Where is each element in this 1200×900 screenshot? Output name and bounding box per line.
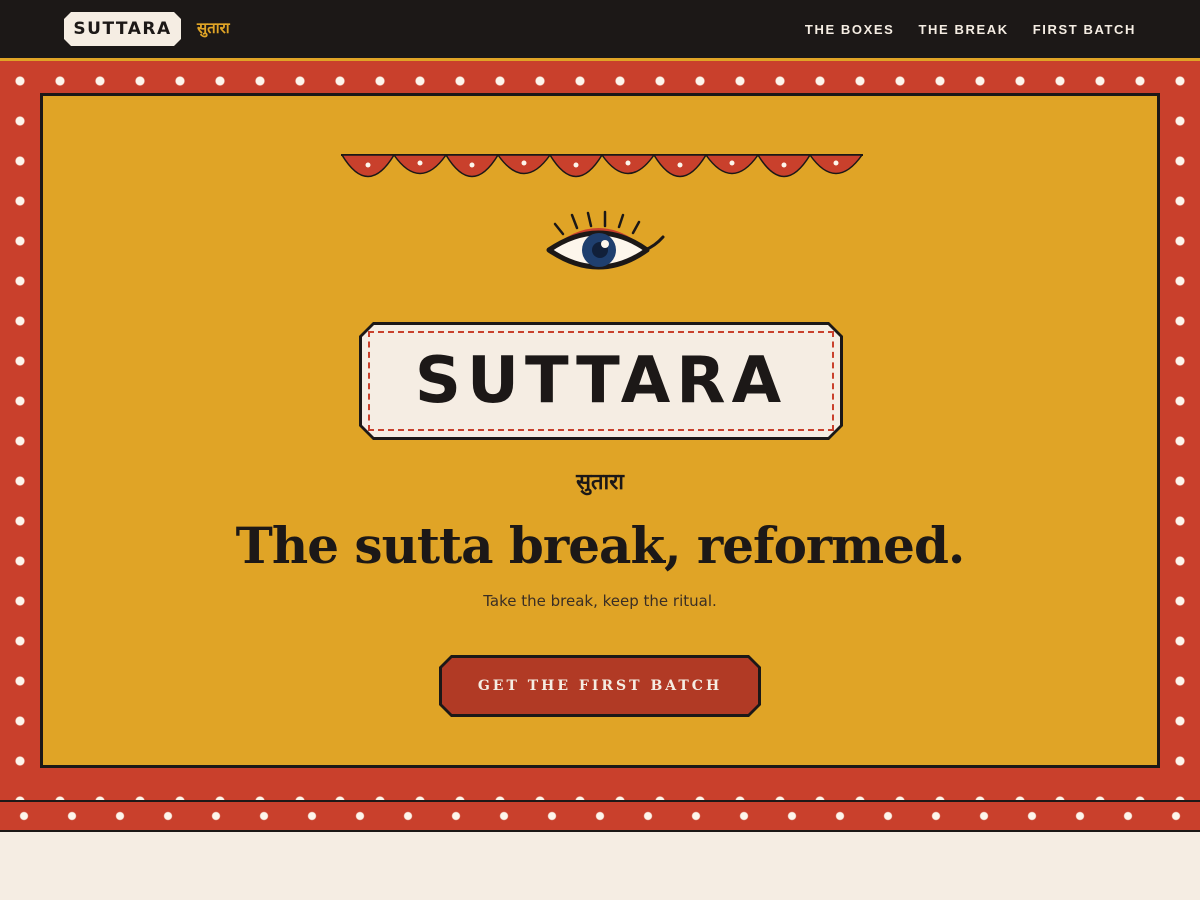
bunting-dot [469,162,475,168]
bunting-dot [833,160,839,166]
hero-headline: The sutta break, reformed. [235,516,966,575]
hero-panel: SUTTARA सुतारा The sutta break, reformed… [40,93,1160,768]
bunting-dot [781,162,787,168]
bunting-garland [341,154,863,178]
bunting-dot [365,162,371,168]
bunting-dot [729,160,735,166]
get-first-batch-button[interactable]: GET THE FIRST BATCH [439,655,761,717]
hero-tagline: Take the break, keep the ritual. [483,592,717,610]
eye-icon [546,210,665,270]
bunting-dot [625,160,631,166]
cta-label: GET THE FIRST BATCH [442,658,758,714]
nav-link-first-batch[interactable]: FIRST BATCH [1033,20,1136,40]
bunting-dot [521,160,527,166]
hero-frame: SUTTARA सुतारा The sutta break, reformed… [0,61,1200,801]
brand-name: SUTTARA [414,344,788,418]
logo-devanagari: सुतारा [197,19,230,37]
logo-badge[interactable]: SUTTARA [64,12,181,46]
brand-name-devanagari: सुतारा [576,469,624,495]
bunting-dot [573,162,579,168]
nav-link-the-boxes[interactable]: THE BOXES [805,20,895,40]
bunting-dot [417,160,423,166]
page-background [0,832,1200,900]
bunting-dot [677,162,683,168]
brand-name-badge: SUTTARA [359,322,843,440]
main-nav: THE BOXES THE BREAK FIRST BATCH [805,20,1136,40]
nav-link-the-break[interactable]: THE BREAK [918,20,1008,40]
decorative-dotted-band [0,800,1200,832]
top-navigation-bar: SUTTARA सुतारा THE BOXES THE BREAK FIRST… [0,0,1200,61]
